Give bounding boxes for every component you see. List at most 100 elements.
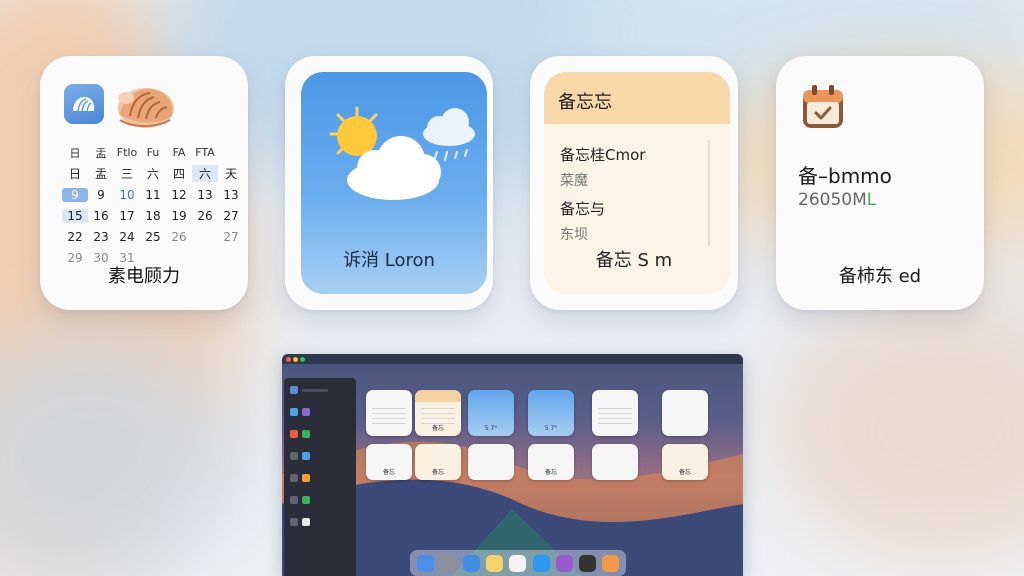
calendar-day[interactable]: 27: [218, 230, 244, 244]
menu-bar: [282, 354, 743, 364]
seashell-app-icon: [64, 84, 104, 124]
photos-icon[interactable]: [601, 554, 619, 572]
mini-widget[interactable]: [592, 444, 638, 480]
minimize-dot[interactable]: [293, 357, 298, 362]
calendar-day[interactable]: 26: [166, 230, 192, 244]
weekday-label: 日: [68, 167, 81, 181]
note-line[interactable]: 菜魔: [560, 170, 588, 190]
note-line[interactable]: 东坝: [560, 224, 588, 244]
note-line[interactable]: 备忘与: [560, 198, 605, 219]
calendar-day[interactable]: 22: [62, 230, 88, 244]
mini-widget-label: 5 7°: [484, 425, 498, 432]
scrollbar[interactable]: [708, 140, 710, 246]
reminders-widget[interactable]: 备–bmmo 26050ML 备柿东 ed: [776, 56, 984, 310]
settings-icon[interactable]: [578, 554, 596, 572]
notes-header: 备忘忘: [544, 72, 730, 124]
weekday-label: 盂: [95, 146, 107, 160]
mini-notes-widget[interactable]: 备忘: [415, 390, 461, 436]
calendar-day[interactable]: 18: [140, 209, 166, 223]
calendar-icon[interactable]: [509, 554, 527, 572]
mini-widget[interactable]: 备忘: [662, 444, 708, 480]
app-store-icon[interactable]: [532, 554, 550, 572]
mini-widget[interactable]: 备忘: [528, 444, 574, 480]
finder-icon[interactable]: [417, 554, 435, 572]
calendar-day[interactable]: 16: [88, 209, 114, 223]
calendar-day[interactable]: 12: [166, 188, 192, 202]
weekday-header: 日 盂 Ftlo Fu FA FTA: [62, 142, 246, 163]
calendar-day[interactable]: 10: [114, 188, 140, 202]
weekday-label: 六: [192, 165, 218, 182]
calendar-day[interactable]: 15: [62, 208, 88, 223]
sidebar-item[interactable]: [290, 408, 350, 416]
calendar-week: 15 16 17 18 19 26 27: [62, 205, 246, 226]
weekday-label: 盂: [94, 167, 107, 181]
calendar-day[interactable]: 9: [88, 188, 114, 202]
mini-weather-widget[interactable]: 5 7°: [468, 390, 514, 436]
notes-widget[interactable]: 备忘忘 备忘桂Cmor 菜魔 备忘与 东坝 备忘 S m: [530, 56, 738, 310]
calendar-week: 22 23 24 25 26 27: [62, 226, 246, 247]
sidebar-item[interactable]: [290, 386, 350, 394]
calendar-widget[interactable]: 日 盂 Ftlo Fu FA FTA 日 盂 三 六 四 六 天 9 9 10 …: [40, 56, 248, 310]
mini-widget-label: 备忘: [678, 469, 691, 476]
dock: [410, 550, 626, 576]
desktop-screenshot[interactable]: 备忘 5 7° 5 7° 备忘 备忘 备忘 备忘: [282, 354, 743, 576]
reminder-count: 26050M: [798, 190, 867, 210]
weekday-label: Ftlo: [116, 146, 138, 159]
calendar-grid: 日 盂 Ftlo Fu FA FTA 日 盂 三 六 四 六 天 9 9 10 …: [62, 142, 246, 268]
weather-widget[interactable]: 诉消 Loron: [285, 56, 493, 310]
calendar-day[interactable]: 17: [114, 209, 140, 223]
calendar-day[interactable]: 26: [192, 209, 218, 223]
widget-sidebar: [284, 378, 356, 576]
mini-widget[interactable]: 备忘: [366, 444, 412, 480]
sidebar-item[interactable]: [290, 430, 350, 438]
weekday-header-2: 日 盂 三 六 四 六 天: [62, 163, 246, 184]
calendar-day[interactable]: 24: [114, 230, 140, 244]
weekday-label: 天: [224, 167, 237, 181]
calendar-day[interactable]: 19: [166, 209, 192, 223]
sidebar-item[interactable]: [290, 474, 350, 482]
mini-widget-label: 备忘: [431, 425, 444, 432]
mini-widget[interactable]: [468, 444, 514, 480]
calendar-day[interactable]: 11: [140, 188, 166, 202]
zoom-dot[interactable]: [300, 357, 305, 362]
sidebar-item[interactable]: [290, 518, 350, 526]
calendar-check-icon: [800, 82, 846, 132]
weekday-label: FTA: [195, 146, 215, 159]
mail-icon[interactable]: [463, 554, 481, 572]
weekday-label: 六: [146, 167, 159, 181]
weekday-label: 三: [120, 167, 133, 181]
notes-widget-label: 备忘 S m: [595, 250, 673, 271]
reminder-subtitle: 26050ML: [798, 190, 876, 210]
sidebar-item[interactable]: [290, 452, 350, 460]
mini-widget-label: 备忘: [382, 469, 395, 476]
calendar-day[interactable]: 27: [218, 209, 244, 223]
calendar-day[interactable]: 13: [218, 188, 244, 202]
reminders-widget-label: 备柿东 ed: [838, 266, 922, 287]
sidebar-item[interactable]: [290, 496, 350, 504]
rain-cloud-icon: [423, 108, 475, 162]
weekday-label: FA: [172, 146, 186, 159]
reminder-title: 备–bmmo: [798, 164, 892, 188]
mini-widget-label: 5 7°: [544, 425, 558, 432]
mini-widget[interactable]: 备忘: [415, 444, 461, 480]
mini-widget-label: 备忘: [544, 469, 557, 476]
notes-icon[interactable]: [486, 554, 504, 572]
mini-notes-widget[interactable]: [592, 390, 638, 436]
weekday-label: Fu: [146, 146, 160, 159]
calendar-day-selected[interactable]: 9: [62, 187, 88, 202]
mini-shell-widget[interactable]: [662, 390, 708, 436]
launchpad-icon[interactable]: [440, 554, 458, 572]
weather-widget-label: 诉消 Loron: [343, 250, 435, 271]
calendar-day[interactable]: 13: [192, 188, 218, 202]
reminder-suffix: L: [866, 190, 877, 210]
mini-weather-widget[interactable]: 5 7°: [528, 390, 574, 436]
note-line[interactable]: 备忘桂Cmor: [560, 144, 645, 165]
mini-calendar-widget[interactable]: [366, 390, 412, 436]
calendar-day[interactable]: 23: [88, 230, 114, 244]
close-dot[interactable]: [286, 357, 291, 362]
weekday-label: 四: [172, 167, 185, 181]
mini-widget-label: 备忘: [431, 469, 444, 476]
calendar-day[interactable]: 25: [140, 230, 166, 244]
podcasts-icon[interactable]: [555, 554, 573, 572]
calendar-widget-label: 素电顾力: [108, 266, 180, 287]
